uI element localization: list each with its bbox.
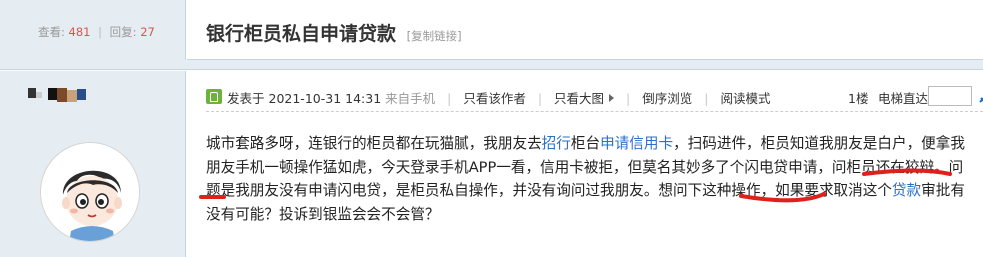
author-panel (0, 71, 186, 257)
mosaic-block (48, 88, 57, 100)
meta-divider: | (537, 91, 543, 106)
play-triangle-icon (609, 94, 615, 102)
author-name-pixelated[interactable] (28, 88, 86, 104)
thread-title-row: 银行柜员私自申请贷款 [复制链接] (206, 19, 462, 46)
meta-separator (206, 111, 983, 112)
body-text: 柜台 (570, 135, 601, 152)
jump-arrow-icon[interactable] (978, 87, 983, 109)
link-loan[interactable]: 贷款 (892, 182, 921, 199)
post-body: 城市套路多呀，连银行的柜员都在玩猫腻，我朋友去招行柜台申请信用卡，扫码进件，柜员… (206, 132, 966, 226)
link-zhaohang[interactable]: 招行 (542, 135, 571, 152)
thread-title: 银行柜员私自申请贷款 (206, 23, 397, 45)
thread-stats: 查看: 481 | 回复: 27 (38, 24, 155, 40)
meta-divider: | (447, 91, 452, 106)
avatar-cartoon-icon (41, 143, 139, 241)
posted-prefix: 发表于 (227, 91, 265, 106)
post-datetime: 2021-10-31 14:31 (268, 91, 382, 106)
floor-number: 1楼 (848, 91, 869, 106)
thread-header: 银行柜员私自申请贷款 [复制链接] (187, 0, 983, 60)
replies-label: 回复: (109, 25, 137, 39)
reverse-order-link[interactable]: 倒序浏览 (642, 91, 692, 106)
post-source: 来自手机 (385, 91, 436, 106)
section-divider (0, 60, 983, 70)
views-count: 481 (68, 25, 91, 39)
post-content-panel: 发表于 2021-10-31 14:31 来自手机 | 只看该作者 | 只看大图… (187, 71, 983, 257)
replies-count: 27 (140, 25, 155, 39)
body-text: 城市套路多呀，连银行的柜员都在玩猫腻，我朋友去 (206, 135, 542, 152)
views-label: 查看: (38, 25, 65, 39)
large-image-link[interactable]: 只看大图 (554, 91, 604, 106)
jump-label: 电梯直达 (878, 91, 929, 106)
post-meta-line: 发表于 2021-10-31 14:31 来自手机 | 只看该作者 | 只看大图… (227, 88, 770, 107)
floor-jump-input[interactable] (928, 86, 972, 106)
mosaic-block (36, 92, 42, 98)
reading-mode-link[interactable]: 阅读模式 (720, 91, 770, 106)
mosaic-block (67, 90, 77, 102)
avatar[interactable] (40, 142, 140, 242)
mosaic-block (57, 88, 67, 102)
meta-divider: | (626, 91, 631, 106)
only-author-link[interactable]: 只看该作者 (463, 91, 526, 106)
online-phone-icon (206, 89, 222, 104)
thread-stats-panel: 查看: 481 | 回复: 27 (0, 0, 186, 60)
meta-divider: | (704, 91, 709, 106)
stats-separator: | (98, 25, 103, 39)
copy-link-button[interactable]: [复制链接] (407, 29, 462, 43)
mosaic-block (28, 88, 36, 98)
post-meta-bar: 发表于 2021-10-31 14:31 来自手机 | 只看该作者 | 只看大图… (206, 86, 983, 106)
mosaic-block (77, 89, 86, 100)
link-credit-card[interactable]: 申请信用卡 (600, 135, 673, 152)
